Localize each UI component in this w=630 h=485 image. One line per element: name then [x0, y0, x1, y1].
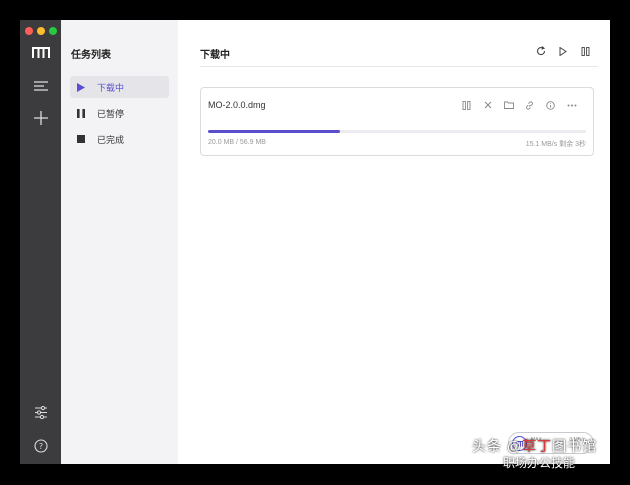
- refresh-icon[interactable]: [534, 44, 548, 58]
- task-list-panel: 任务列表 下载中 已暂停 已完成: [61, 20, 178, 464]
- progress-bar: [208, 130, 586, 133]
- zoom-window-button[interactable]: [49, 27, 57, 35]
- info-icon[interactable]: [543, 98, 558, 112]
- page-title: 下载中: [200, 50, 230, 61]
- watermark-red: 草丁: [522, 438, 553, 454]
- help-icon[interactable]: ?: [28, 433, 53, 458]
- play-icon[interactable]: [556, 44, 570, 58]
- watermark-overlay: 图书馆: [552, 438, 598, 454]
- stop-square-icon: [70, 135, 92, 143]
- task-size: 20.0 MB / 56.9 MB: [208, 139, 266, 146]
- main-content: 下载中 MO-2.0.0.dmg 20.0 MB / 56.9 MB 15.1 …: [178, 20, 610, 464]
- watermark-suffix: 职场办公技能: [503, 456, 576, 470]
- nav-item-paused[interactable]: 已暂停: [70, 102, 169, 124]
- nav-item-label: 下载中: [97, 82, 125, 93]
- app-logo-icon[interactable]: [28, 40, 53, 65]
- pause-icon: [70, 108, 92, 118]
- watermark-prefix: 头条 @: [472, 438, 523, 454]
- settings-sliders-icon[interactable]: [28, 400, 53, 425]
- more-icon[interactable]: [564, 98, 579, 112]
- toolbar: [534, 44, 592, 58]
- nav-item-downloading[interactable]: 下载中: [70, 76, 169, 98]
- nav-item-label: 已暂停: [97, 108, 125, 119]
- icon-rail: ?: [20, 20, 61, 464]
- close-window-button[interactable]: [25, 27, 33, 35]
- pause-icon[interactable]: [578, 44, 592, 58]
- minimize-window-button[interactable]: [37, 27, 45, 35]
- app-window: ? 任务列表 下载中 已暂停 已完成 下载中 MO-2.0.0.dmg 20.0…: [20, 20, 610, 464]
- watermark: 头条 @草丁图书馆: [472, 436, 597, 456]
- play-icon: [70, 82, 92, 92]
- task-name: MO-2.0.0.dmg: [208, 100, 266, 110]
- nav-item-label: 已完成: [97, 134, 125, 145]
- progress-fill: [208, 130, 341, 133]
- add-icon[interactable]: [28, 105, 53, 130]
- panel-title: 任务列表: [71, 50, 111, 61]
- divider: [200, 66, 598, 67]
- folder-icon[interactable]: [501, 98, 516, 112]
- pause-icon[interactable]: [459, 98, 474, 112]
- task-speed: 15.1 MB/s 剩余 3秒: [525, 141, 586, 148]
- svg-text:?: ?: [38, 442, 42, 451]
- link-icon[interactable]: [522, 98, 537, 112]
- nav-item-completed[interactable]: 已完成: [70, 128, 169, 150]
- traffic-lights: [25, 27, 57, 35]
- task-item[interactable]: MO-2.0.0.dmg 20.0 MB / 56.9 MB 15.1 MB/s…: [200, 87, 594, 156]
- task-actions: [459, 98, 579, 112]
- close-icon[interactable]: [480, 98, 495, 112]
- menu-icon[interactable]: [28, 73, 53, 98]
